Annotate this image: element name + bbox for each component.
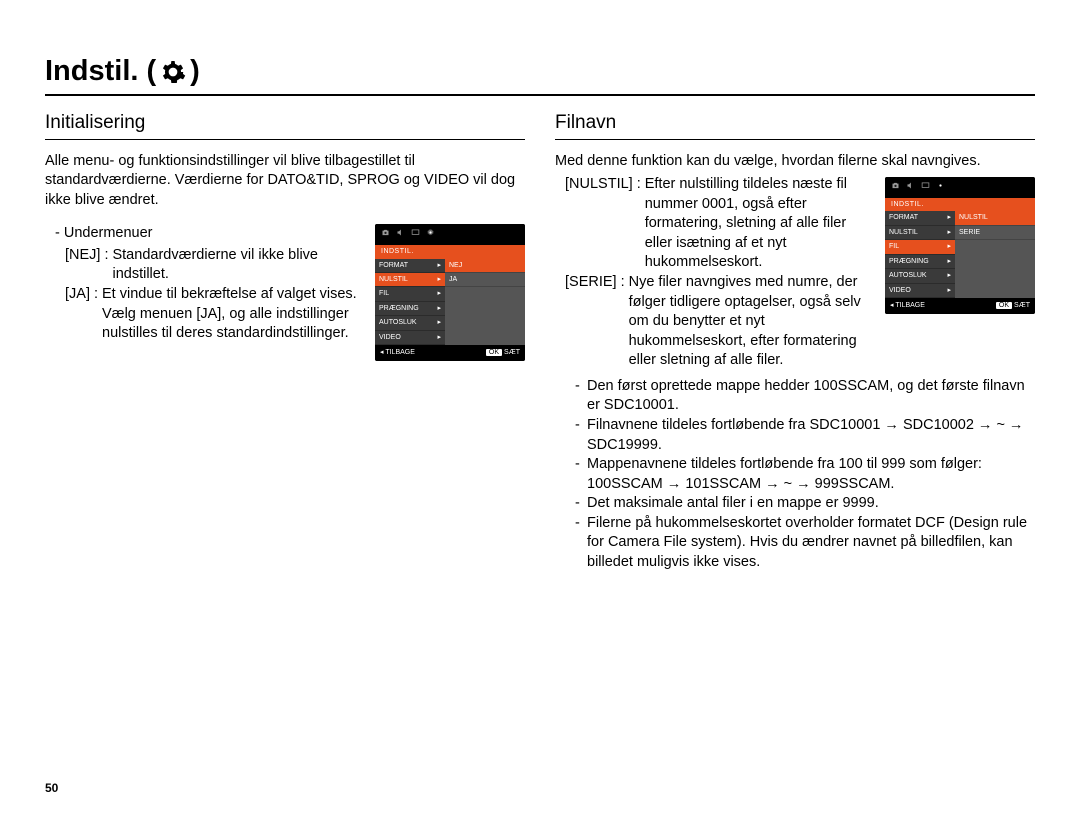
gear-tab-icon: [936, 181, 945, 194]
display-icon: [921, 181, 930, 194]
lcd-back: ◂ TILBAGE: [890, 301, 925, 310]
def-key: [SERIE]: [565, 273, 617, 371]
list-item: -Den først oprettede mappe hedder 100SSC…: [575, 377, 1035, 416]
sound-icon: [906, 181, 915, 194]
right-intro: Med denne funktion kan du vælge, hvordan…: [555, 152, 1035, 172]
left-intro: Alle menu- og funktionsindstillinger vil…: [45, 152, 525, 211]
lcd-menu-item: FORMAT▸: [885, 211, 955, 225]
lcd-opt: NEJ: [445, 259, 525, 273]
lcd-menu-item: AUTOSLUK▸: [885, 269, 955, 283]
lcd-opt: JA: [445, 273, 525, 287]
lcd-menu-item: FORMAT▸: [375, 259, 445, 273]
list-item: -Det maksimale antal filer i en mappe er…: [575, 494, 1035, 514]
lcd-left-opts: NEJ JA: [445, 259, 525, 346]
right-column: Filnavn Med denne funktion kan du vælge,…: [555, 110, 1035, 572]
list-item: -Mappenavnene tildeles fortløbende fra 1…: [575, 455, 1035, 494]
title-prefix: Indstil. (: [45, 55, 156, 88]
bullet-list: -Den først oprettede mappe hedder 100SSC…: [575, 377, 1035, 573]
gear-icon: [160, 55, 186, 88]
camera-icon: [381, 228, 390, 241]
left-heading: Initialisering: [45, 110, 525, 140]
def-key: [JA]: [65, 285, 90, 344]
lcd-ok: OKSÆT: [996, 301, 1030, 310]
lcd-menu-item: AUTOSLUK▸: [375, 316, 445, 330]
definition-row: [NEJ] : Standardværdierne vil ikke blive…: [65, 246, 365, 285]
right-heading: Filnavn: [555, 110, 1035, 140]
lcd-menu-item: VIDEO▸: [885, 284, 955, 298]
definition-row: [JA] : Et vindue til bekræftelse af valg…: [65, 285, 365, 344]
camera-icon: [891, 181, 900, 194]
def-val: Et vindue til bekræftelse af valget vise…: [102, 285, 365, 344]
lcd-menu-item: NULSTIL▸: [885, 226, 955, 240]
def-key: [NEJ]: [65, 246, 100, 285]
left-column: Initialisering Alle menu- og funktionsin…: [45, 110, 525, 572]
lcd-right-menu: FORMAT▸ NULSTIL▸ FIL▸ PRÆGNING▸ AUTOSLUK…: [885, 211, 955, 298]
lcd-menu-item: NULSTIL▸: [375, 273, 445, 287]
def-val: Efter nulstilling tildeles næste fil num…: [645, 175, 875, 273]
lcd-menu-item: VIDEO▸: [375, 331, 445, 345]
page-title: Indstil. ( ): [45, 55, 1035, 96]
lcd-header: INDSTIL.: [885, 198, 1035, 211]
gear-tab-icon: [426, 228, 435, 241]
def-val: Standardværdierne vil ikke blive indstil…: [112, 246, 365, 285]
title-suffix: ): [190, 55, 200, 88]
lcd-left-menu: FORMAT▸ NULSTIL▸ FIL▸ PRÆGNING▸ AUTOSLUK…: [375, 259, 445, 346]
sound-icon: [396, 228, 405, 241]
lcd-screenshot-filnavn: INDSTIL. FORMAT▸ NULSTIL▸ FIL▸ PRÆGNING▸…: [885, 177, 1035, 313]
lcd-right-opts: NULSTIL SERIE: [955, 211, 1035, 298]
lcd-opt: NULSTIL: [955, 211, 1035, 225]
lcd-opt: SERIE: [955, 226, 1035, 240]
def-key: [NULSTIL]: [565, 175, 633, 273]
def-val: Nye filer navngives med numre, der følge…: [629, 273, 875, 371]
lcd-menu-item: FIL▸: [375, 287, 445, 301]
list-item: -Filerne på hukommelseskortet overholder…: [575, 514, 1035, 573]
lcd-back: ◂ TILBAGE: [380, 348, 415, 357]
list-item: -Filnavnene tildeles fortløbende fra SDC…: [575, 416, 1035, 455]
display-icon: [411, 228, 420, 241]
definition-row: [NULSTIL] : Efter nulstilling tildeles n…: [565, 175, 875, 273]
lcd-menu-item: PRÆGNING▸: [885, 255, 955, 269]
lcd-menu-item: FIL▸: [885, 240, 955, 254]
lcd-ok: OKSÆT: [486, 348, 520, 357]
lcd-menu-item: PRÆGNING▸: [375, 302, 445, 316]
lcd-header: INDSTIL.: [375, 245, 525, 258]
page-number: 50: [45, 781, 58, 795]
definition-row: [SERIE] : Nye filer navngives med numre,…: [565, 273, 875, 371]
lcd-screenshot-initialisering: INDSTIL. FORMAT▸ NULSTIL▸ FIL▸ PRÆGNING▸…: [375, 224, 525, 360]
